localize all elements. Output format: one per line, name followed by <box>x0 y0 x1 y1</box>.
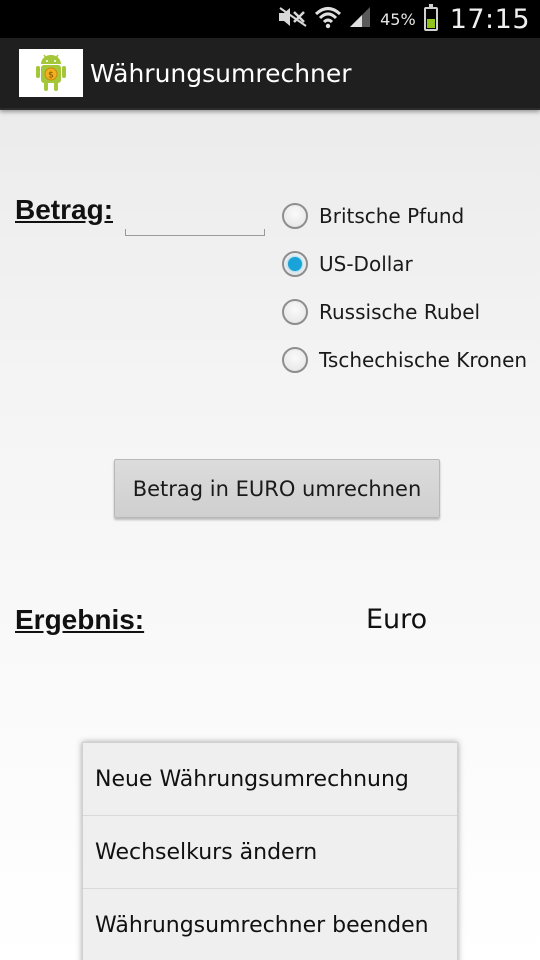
radio-button[interactable] <box>282 203 308 229</box>
status-icons: 45% 17:15 <box>278 0 530 38</box>
radio-czech-koruna[interactable]: Tschechische Kronen <box>282 336 540 384</box>
radio-label: Britsche Pfund <box>319 204 465 228</box>
radio-button[interactable] <box>282 347 308 373</box>
input-underline-edge <box>264 229 265 235</box>
radio-label: Tschechische Kronen <box>319 348 528 372</box>
menu-item-change-rate[interactable]: Wechselkurs ändern <box>83 816 457 889</box>
result-label: Ergebnis: <box>15 604 145 635</box>
amount-label: Betrag: <box>15 194 114 225</box>
app-title: Währungsumrechner <box>90 59 352 88</box>
currency-radio-group: Britsche Pfund US-Dollar Russische Rubel… <box>282 192 540 384</box>
radio-label: Russische Rubel <box>319 300 481 324</box>
convert-button[interactable]: Betrag in EURO umrechnen <box>114 459 440 518</box>
input-underline-edge <box>125 229 126 235</box>
action-bar: $ Währungsumrechner <box>0 38 540 110</box>
amount-input[interactable] <box>125 198 265 236</box>
mute-icon <box>278 6 308 32</box>
radio-russian-ruble[interactable]: Russische Rubel <box>282 288 540 336</box>
radio-us-dollar[interactable]: US-Dollar <box>282 240 540 288</box>
menu-item-new-conversion[interactable]: Neue Währungsumrechnung <box>83 743 457 816</box>
status-bar: 45% 17:15 <box>0 0 540 38</box>
battery-percent: 45% <box>380 9 416 29</box>
radio-label: US-Dollar <box>319 252 413 276</box>
battery-level <box>426 19 435 28</box>
clock: 17:15 <box>449 3 530 35</box>
signal-icon <box>348 5 372 33</box>
radio-button[interactable] <box>282 299 308 325</box>
svg-text:$: $ <box>48 71 54 81</box>
menu-item-exit[interactable]: Währungsumrechner beenden <box>83 889 457 960</box>
radio-british-pound[interactable]: Britsche Pfund <box>282 192 540 240</box>
result-value: Euro <box>366 604 428 635</box>
wifi-icon <box>314 5 342 33</box>
android-currency-icon: $ <box>19 49 83 97</box>
battery-icon <box>423 4 438 31</box>
options-menu: Neue Währungsumrechnung Wechselkurs ände… <box>82 742 458 960</box>
radio-button[interactable] <box>282 251 308 277</box>
